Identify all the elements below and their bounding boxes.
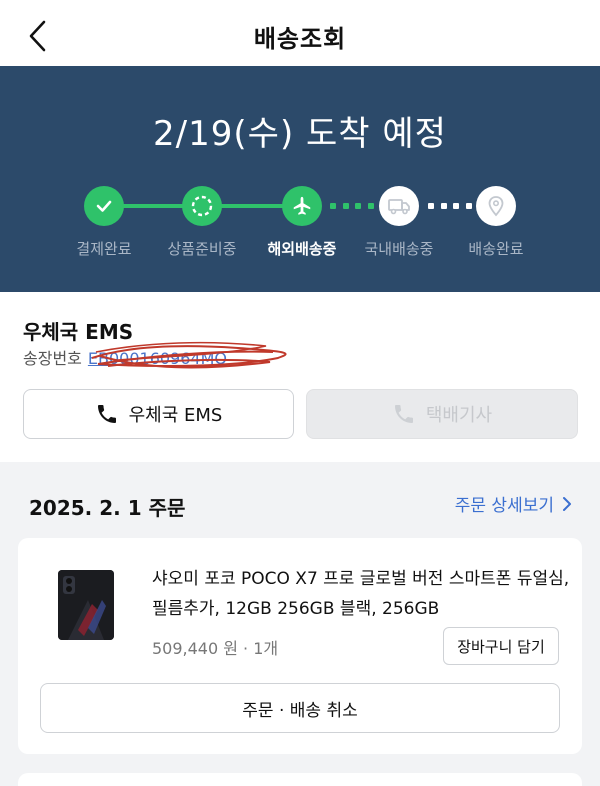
- call-carrier-button[interactable]: 우체국 EMS: [23, 389, 294, 439]
- airplane-icon: [282, 186, 322, 226]
- truck-icon: [379, 186, 419, 226]
- step-label: 상품준비중: [167, 240, 237, 258]
- step-label: 배송완료: [468, 240, 524, 258]
- call-courier-label: 택배기사: [425, 405, 493, 426]
- cancel-order-button[interactable]: 주문 · 배송 취소: [40, 683, 560, 733]
- tracking-label: 송장번호: [23, 349, 82, 368]
- page-title: 배송조회: [253, 25, 347, 53]
- step-label: 해외배송중: [267, 240, 337, 258]
- order-detail-link[interactable]: 주문 상세보기: [455, 491, 572, 516]
- location-pin-icon: [476, 186, 516, 226]
- call-courier-button[interactable]: 택배기사: [306, 389, 578, 439]
- phone-icon: [97, 405, 116, 423]
- step-overseas-shipping: 해외배송중: [247, 186, 357, 259]
- step-domestic-shipping: 국내배송중: [344, 186, 454, 259]
- order-date: 2025. 2. 1 주문: [29, 496, 186, 520]
- phone-icon: [394, 405, 413, 423]
- price-quantity: 509,440 원 · 1개: [152, 639, 279, 658]
- top-bar: 배송조회: [0, 0, 600, 66]
- redaction-scribble: [91, 341, 287, 369]
- step-label: 결제완료: [76, 240, 132, 258]
- order-detail-label: 주문 상세보기: [454, 496, 554, 516]
- add-to-cart-button[interactable]: 장바구니 담기: [443, 627, 559, 665]
- call-carrier-label: 우체국 EMS: [128, 405, 223, 426]
- order-item-card: 샤오미 포코 POCO X7 프로 글로벌 버전 스마트폰 듀얼심, 필름추가,…: [18, 538, 582, 754]
- dashed-circle-icon: [182, 186, 222, 226]
- arrival-estimate: 2/19(수) 도착 예정: [153, 114, 447, 154]
- step-label: 국내배송중: [364, 240, 434, 258]
- delivery-status-panel: 2/19(수) 도착 예정 결제완료 상품준비중 해외배송중 국내배송중 배송완…: [0, 66, 600, 292]
- product-name[interactable]: 샤오미 포코 POCO X7 프로 글로벌 버전 스마트폰 듀얼심, 필름추가,…: [152, 564, 572, 624]
- next-card: [18, 773, 582, 786]
- product-thumbnail[interactable]: [58, 570, 114, 640]
- chevron-right-icon: [563, 496, 571, 511]
- check-icon: [84, 186, 124, 226]
- carrier-section: 우체국 EMS 송장번호 EB000160964MO 우체국 EMS 택배기사: [0, 292, 600, 462]
- step-payment-complete: 결제완료: [49, 186, 159, 259]
- step-preparing: 상품준비중: [147, 186, 257, 259]
- step-delivered: 배송완료: [441, 186, 551, 259]
